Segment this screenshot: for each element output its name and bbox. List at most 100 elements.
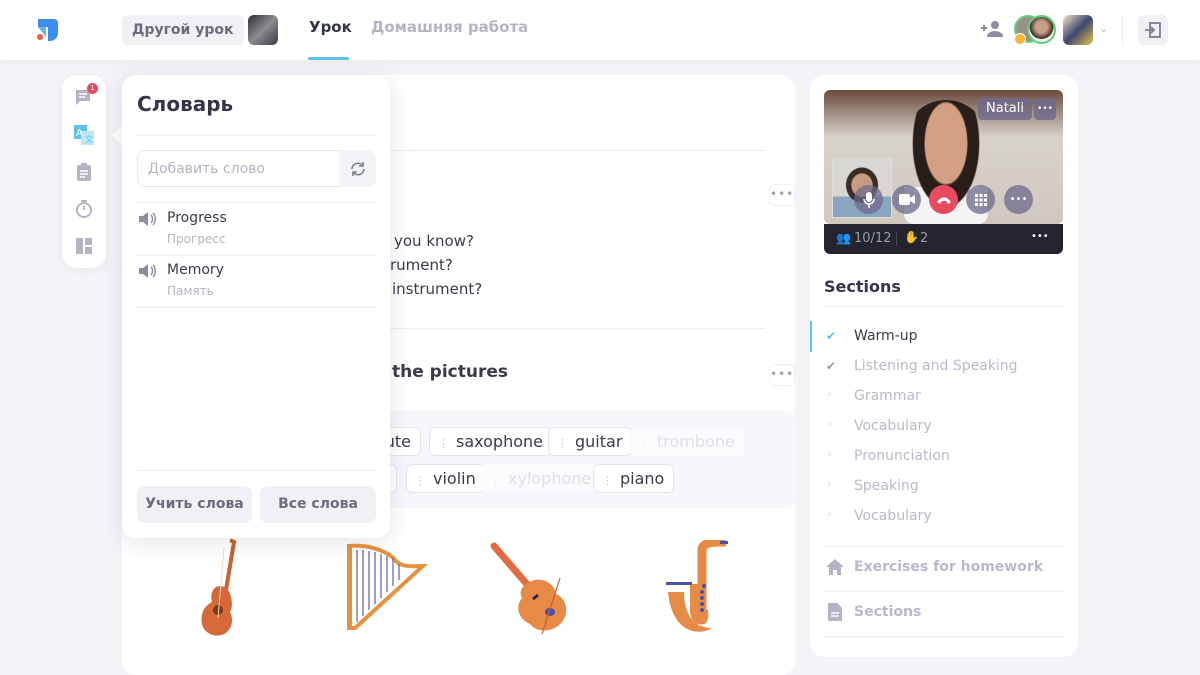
drag-handle-icon: ⋮: [557, 437, 568, 450]
speaker-icon[interactable]: [137, 263, 157, 279]
section-item[interactable]: Pronunciation: [854, 448, 950, 464]
active-tab-indicator: [308, 57, 349, 60]
divider: [137, 255, 376, 256]
chat-badge: 1: [87, 83, 98, 94]
section-item[interactable]: Listening and Speaking: [854, 358, 1018, 374]
call-more-button[interactable]: •••: [1004, 185, 1033, 214]
question-line: you know?: [394, 232, 474, 250]
raised-hand-icon: ✋: [904, 230, 919, 244]
word-english: Progress: [167, 210, 227, 226]
mic-button[interactable]: [854, 185, 883, 214]
divider: [824, 636, 1063, 637]
word-chip-used: ⋮ xylophone: [481, 464, 602, 493]
harp-picture[interactable]: [345, 542, 427, 632]
section-item[interactable]: Speaking: [854, 478, 919, 494]
svg-text:文: 文: [85, 134, 93, 144]
word-translation: Прогресс: [167, 232, 226, 246]
translate-icon[interactable]: A文: [74, 125, 94, 145]
tab-lesson[interactable]: Урок: [309, 18, 352, 36]
participants-icon: 👥: [836, 231, 851, 245]
exercise-more-button[interactable]: •••: [769, 364, 795, 386]
dictionary-title: Словарь: [137, 92, 234, 116]
question-line: rument?: [390, 256, 453, 274]
svg-text:A: A: [76, 128, 83, 139]
word-chip[interactable]: ⋮ saxophone: [429, 427, 553, 456]
drag-handle-icon: ⋮: [415, 474, 426, 487]
chevron-down-icon[interactable]: ⌄: [1099, 22, 1108, 35]
divider: [137, 202, 376, 203]
sections-title: Sections: [824, 277, 901, 296]
divider: [137, 470, 376, 471]
app-logo[interactable]: [34, 17, 60, 43]
learn-words-button[interactable]: Учить слова: [137, 486, 252, 523]
dictionary-popup: Словарь Progress Прогресс Memory Память …: [122, 75, 390, 538]
word-chip[interactable]: ⋮ violin: [406, 464, 486, 493]
check-icon: ✔: [826, 329, 837, 343]
word-chip[interactable]: ⋮ guitar: [548, 427, 633, 456]
group-avatar[interactable]: [1063, 15, 1093, 45]
section-item[interactable]: Vocabulary: [854, 418, 932, 434]
section-item[interactable]: Warm-up: [854, 328, 918, 344]
exit-button[interactable]: [1138, 15, 1168, 45]
speaker-icon[interactable]: [137, 211, 157, 227]
video-more-button[interactable]: •••: [1034, 98, 1056, 120]
grid-icon: [974, 193, 987, 206]
dot-icon: •: [826, 478, 834, 492]
crown-icon: [1014, 33, 1026, 45]
word-english: Memory: [167, 262, 224, 278]
divider: [824, 591, 1063, 592]
lesson-thumbnail[interactable]: [248, 15, 278, 45]
sections-link[interactable]: Sections: [854, 604, 921, 620]
question-line: instrument?: [392, 280, 483, 298]
mic-icon: [862, 191, 875, 208]
drag-handle-icon: ⋮: [490, 474, 501, 487]
section-item[interactable]: Vocabulary: [854, 508, 932, 524]
drag-handle-icon: ⋮: [639, 437, 650, 450]
dot-icon: •: [826, 508, 834, 522]
bar-more-button[interactable]: •••: [1031, 231, 1049, 242]
raised-hands-count: 2: [920, 231, 929, 246]
divider: [137, 307, 376, 308]
word-chip[interactable]: ⋮ piano: [593, 464, 675, 493]
layout-icon[interactable]: [74, 236, 94, 256]
refresh-icon: [350, 161, 365, 176]
section-item[interactable]: Grammar: [854, 388, 921, 404]
clipboard-icon[interactable]: [74, 162, 94, 182]
stopwatch-icon[interactable]: [74, 199, 94, 219]
exit-icon: [1145, 22, 1161, 38]
word-item[interactable]: Memory Память: [137, 257, 376, 309]
grid-button[interactable]: [966, 185, 995, 214]
camera-button[interactable]: [892, 185, 921, 214]
divider: [390, 328, 765, 329]
add-word-input[interactable]: [137, 150, 340, 187]
document-icon: [828, 603, 842, 621]
dot-icon: •: [826, 418, 834, 432]
homework-link[interactable]: Exercises for homework: [854, 559, 1043, 575]
divider: [1122, 15, 1123, 45]
add-user-icon[interactable]: [981, 20, 1003, 38]
guitar-picture[interactable]: [192, 538, 248, 640]
end-call-button[interactable]: [929, 185, 958, 214]
refresh-button[interactable]: [339, 150, 376, 187]
all-words-button[interactable]: Все слова: [260, 486, 376, 523]
call-info-bar: 👥 10/12 ✋ 2 •••: [824, 224, 1063, 254]
check-icon: ✔: [826, 359, 837, 373]
word-item[interactable]: Progress Прогресс: [137, 205, 376, 257]
participants-count: 10/12: [854, 231, 892, 246]
word-chip-used: ⋮ trombone: [630, 427, 745, 456]
word-translation: Память: [167, 284, 214, 298]
tool-rail: 1 A文: [62, 75, 106, 268]
divider: [824, 546, 1063, 547]
avatar-teacher[interactable]: [1027, 15, 1056, 44]
violin-picture[interactable]: [488, 540, 580, 635]
other-lesson-button[interactable]: Другой урок: [122, 15, 244, 45]
hangup-icon: [936, 197, 951, 204]
current-section-indicator: [810, 321, 812, 352]
divider: [137, 135, 376, 136]
exercise-heading: the pictures: [392, 362, 509, 382]
exercise-more-button[interactable]: •••: [769, 184, 795, 206]
tab-homework[interactable]: Домашняя работа: [371, 18, 528, 36]
drag-handle-icon: ⋮: [602, 474, 613, 487]
saxophone-picture[interactable]: [662, 540, 730, 636]
camera-icon: [898, 194, 915, 205]
